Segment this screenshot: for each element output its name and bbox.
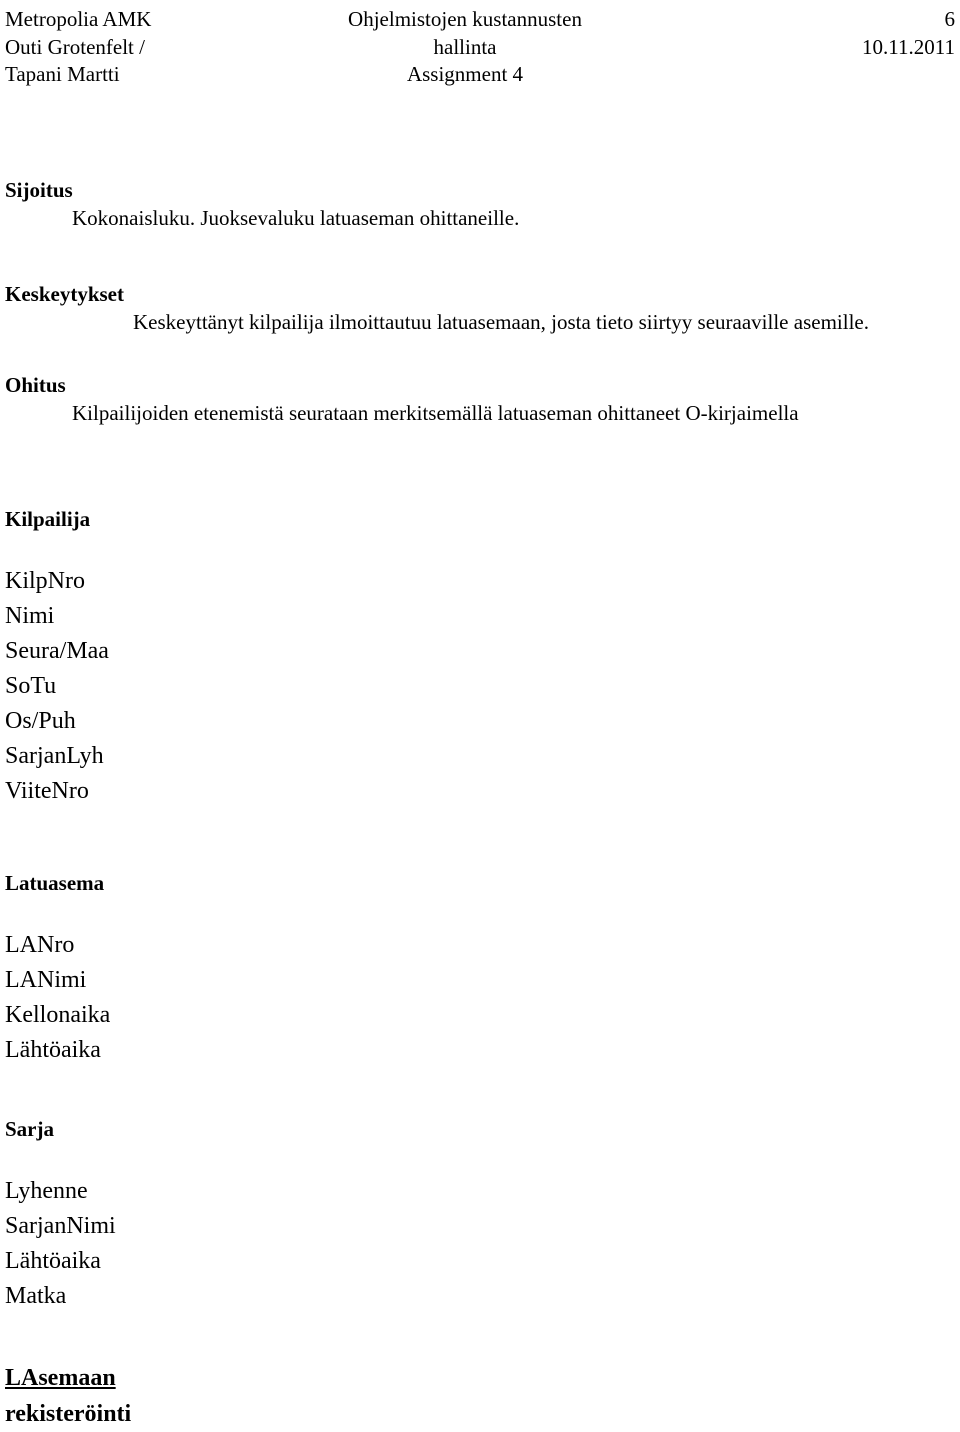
entity-field: SoTu [5,673,57,699]
entity-field: Lähtöaika [5,1037,101,1063]
header-assignment-label: Assignment 4 [406,62,524,86]
section-body-ohitus: Kilpailijoiden etenemistä seurataan merk… [72,401,799,425]
entity-field: LANro [5,932,75,958]
entity-field: ViiteNro [5,778,89,804]
section-heading-ohitus: Ohitus [5,373,66,397]
entity-field: SarjanLyh [5,743,104,769]
entity-field-list-kilpailija: KilpNro Nimi Seura/Maa SoTu Os/Puh Sarja… [5,564,425,809]
entity-field: KilpNro [5,568,85,594]
section-ohitus: Ohitus Kilpailijoiden etenemistä seurata… [5,371,955,427]
tail-heading-line-1: LAsemaan [5,1365,116,1391]
entity-field-list-latuasema: LANro LANimi Kellonaika Lähtöaika [5,928,425,1068]
section-sijoitus: Sijoitus Kokonaisluku. Juoksevaluku latu… [5,176,955,232]
entity-sarja: Sarja Lyhenne SarjanNimi Lähtöaika Matka [5,1114,425,1314]
entity-title-latuasema: Latuasema [5,871,105,895]
entity-field: Nimi [5,603,55,629]
entity-latuasema: Latuasema LANro LANimi Kellonaika Lähtöa… [5,868,425,1068]
entity-title-sarja: Sarja [5,1117,54,1141]
header-organization: Metropolia AMK [5,7,152,31]
entity-field: Kellonaika [5,1002,111,1028]
header-right-column: 6 10.11.2011 [695,6,955,61]
section-heading-sijoitus: Sijoitus [5,178,73,202]
header-author-2: Tapani Martti [5,62,120,86]
header-author-1: Outi Grotenfelt / [5,34,145,59]
entity-field-list-sarja: Lyhenne SarjanNimi Lähtöaika Matka [5,1174,425,1314]
entity-field: Matka [5,1283,67,1309]
entity-field: Seura/Maa [5,638,109,664]
document-date: 10.11.2011 [862,34,955,59]
entity-title-kilpailija: Kilpailija [5,507,91,531]
entity-field: SarjanNimi [5,1213,116,1239]
header-left-column: Metropolia AMK Outi Grotenfelt / Tapani … [5,6,151,89]
entity-field: Lyhenne [5,1178,88,1204]
entity-field: Os/Puh [5,708,76,734]
section-body-keskeytykset: Keskeyttänyt kilpailija ilmoittautuu lat… [133,310,869,334]
section-body-sijoitus: Kokonaisluku. Juoksevaluku latuaseman oh… [72,206,520,230]
entity-field: Lähtöaika [5,1248,101,1274]
entity-kilpailija: Kilpailija KilpNro Nimi Seura/Maa SoTu O… [5,504,425,809]
header-course-title-line-2: hallinta [433,34,497,59]
document-header: Metropolia AMK Outi Grotenfelt / Tapani … [5,6,955,88]
section-keskeytykset: Keskeytykset Keskeyttänyt kilpailija ilm… [5,280,955,336]
tail-heading-lasemaan-rekisterointi: LAsemaan rekisteröinti [5,1360,425,1432]
header-course-title-line-1: Ohjelmistojen kustannusten [348,7,582,31]
section-heading-keskeytykset: Keskeytykset [5,282,124,306]
header-center-column: Ohjelmistojen kustannusten hallinta Assi… [260,6,670,89]
document-page: Metropolia AMK Outi Grotenfelt / Tapani … [0,0,960,1427]
entity-field: LANimi [5,967,87,993]
page-number: 6 [944,7,956,31]
